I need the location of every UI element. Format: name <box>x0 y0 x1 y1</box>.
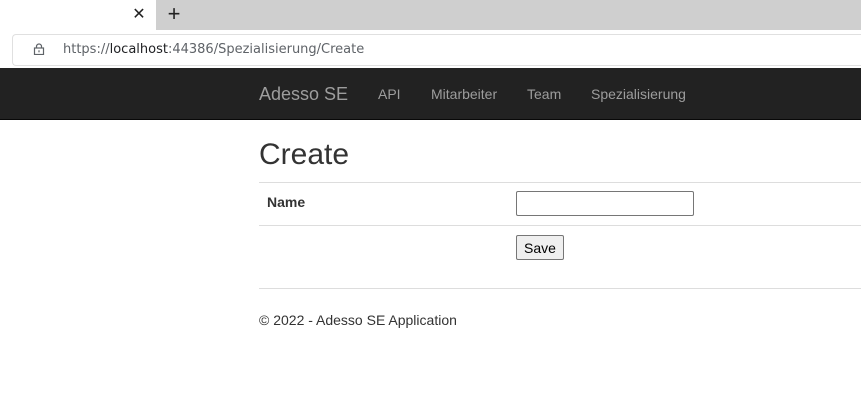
nav-link-mitarbeiter[interactable]: Mitarbeiter <box>431 86 497 102</box>
url-text: https://localhost:44386/Spezialisierung/… <box>63 42 364 57</box>
name-label: Name <box>267 194 306 210</box>
nav-link-team[interactable]: Team <box>527 86 561 102</box>
browser-tab-strip: ✕ + <box>0 0 861 30</box>
divider <box>259 182 861 183</box>
save-button[interactable]: Save <box>516 235 564 260</box>
divider <box>259 225 861 226</box>
browser-tab-active[interactable]: ✕ <box>0 0 156 30</box>
url-field[interactable]: https://localhost:44386/Spezialisierung/… <box>12 34 861 66</box>
footer-divider <box>259 288 861 289</box>
new-tab-icon[interactable]: + <box>162 3 186 27</box>
name-input[interactable] <box>516 191 694 216</box>
footer-text: © 2022 - Adesso SE Application <box>259 312 457 328</box>
page-title: Create <box>259 138 350 171</box>
url-host: localhost <box>109 42 168 57</box>
app-navbar: Adesso SE API Mitarbeiter Team Spezialis… <box>0 68 861 120</box>
url-path: :44386/Spezialisierung/Create <box>167 42 365 57</box>
address-bar: https://localhost:44386/Spezialisierung/… <box>0 30 861 68</box>
nav-link-spezialisierung[interactable]: Spezialisierung <box>591 86 686 102</box>
url-scheme: https:// <box>63 42 110 57</box>
brand-link[interactable]: Adesso SE <box>259 84 348 105</box>
lock-icon <box>33 43 45 55</box>
close-tab-icon[interactable]: ✕ <box>130 6 148 24</box>
nav-link-api[interactable]: API <box>378 86 401 102</box>
